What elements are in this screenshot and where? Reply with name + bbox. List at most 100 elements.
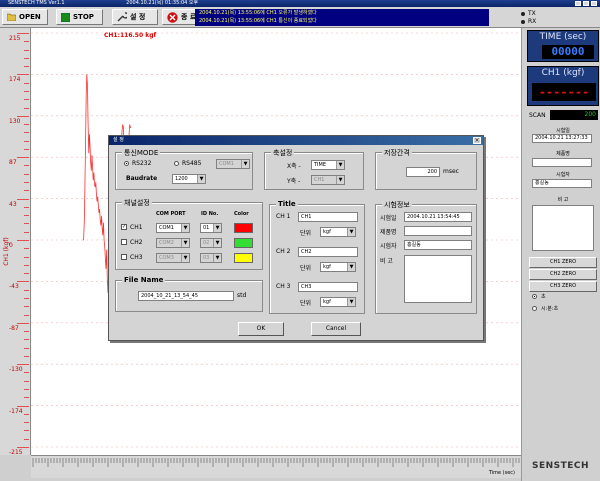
ch1-port-select[interactable]: COM1 ▼ xyxy=(156,223,190,233)
ch2-checkbox[interactable] xyxy=(121,239,127,245)
comm-mode-group: 통신MODE RS232 RS485 COM1 ▼ Baudrate 1200 ▼ xyxy=(115,148,253,190)
ch1-checkbox[interactable]: ✓ xyxy=(121,224,127,230)
ch1-zero-button[interactable]: CH1 ZERO xyxy=(529,257,597,268)
channel-group: 채널설정 COM PORT ID No. Color ✓ CH1 COM1 ▼ 0… xyxy=(115,198,263,270)
ch2-color-swatch[interactable] xyxy=(234,238,253,248)
x-axis-select[interactable]: TIME ▼ xyxy=(311,160,345,170)
info-tester-input[interactable]: 홍길동 xyxy=(404,240,472,250)
wrench-icon xyxy=(117,12,127,22)
ch1-color-swatch[interactable] xyxy=(234,223,253,233)
chevron-down-icon: ▼ xyxy=(347,228,355,236)
y-tick xyxy=(17,240,29,241)
info-date-input[interactable]: 2004.10.21 13:54:45 xyxy=(404,212,472,222)
ch1-id-select[interactable]: 01 ▼ xyxy=(200,223,222,233)
rs485-port-select[interactable]: COM1 ▼ xyxy=(216,159,250,169)
y-minor-tick xyxy=(24,49,29,51)
baudrate-label: Baudrate xyxy=(126,175,158,182)
cancel-button[interactable]: Cancel xyxy=(311,322,361,336)
ch2-title-input[interactable]: CH2 xyxy=(298,247,358,257)
y-minor-tick xyxy=(24,190,29,192)
ch3-unit-select[interactable]: kgf ▼ xyxy=(320,297,356,307)
ch1-unit-value: kgf xyxy=(323,229,331,235)
y-minor-tick xyxy=(24,413,29,415)
note-field[interactable] xyxy=(532,205,594,251)
y-minor-tick xyxy=(24,264,29,266)
y-tick-label: -215 xyxy=(9,449,23,456)
ch2-id-select[interactable]: 02 ▼ xyxy=(200,238,222,248)
baudrate-select[interactable]: 1200 ▼ xyxy=(172,174,206,184)
ch1-title-input[interactable]: CH1 xyxy=(298,212,358,222)
y-minor-tick xyxy=(24,132,29,134)
minimize-icon[interactable] xyxy=(575,1,581,6)
ch3-unit-label: 단위 xyxy=(300,300,312,307)
ch3-color-swatch[interactable] xyxy=(234,253,253,263)
test-date-field[interactable]: 2004.10.21 13:27:33 xyxy=(532,134,592,143)
seconds-radio[interactable] xyxy=(532,294,537,299)
product-field[interactable] xyxy=(532,158,592,167)
dialog-title: 설 정 xyxy=(113,137,124,143)
interval-input[interactable]: 200 xyxy=(406,167,440,177)
maximize-icon[interactable] xyxy=(583,1,589,6)
test-date-label: 시험일 xyxy=(556,128,570,134)
info-product-input[interactable] xyxy=(404,226,472,236)
y-minor-tick xyxy=(24,430,29,432)
ch2-unit-select[interactable]: kgf ▼ xyxy=(320,262,356,272)
dialog-title-bar: 설 정 × xyxy=(109,136,483,145)
x-axis-title: Time (sec) xyxy=(488,470,515,476)
chevron-down-icon: ▼ xyxy=(181,239,189,247)
y-tick-label: -87 xyxy=(9,324,19,332)
ch2-zero-button[interactable]: CH2 ZERO xyxy=(529,269,597,280)
baudrate-value: 1200 xyxy=(175,176,188,182)
col-id-header: ID No. xyxy=(201,211,219,217)
y-minor-tick xyxy=(24,372,29,374)
ch1-unit-select[interactable]: kgf ▼ xyxy=(320,227,356,237)
y-tick-label: -130 xyxy=(9,366,23,374)
dialog-close-icon[interactable]: × xyxy=(473,137,481,144)
y-tick-label: 215 xyxy=(9,35,21,42)
file-name-input[interactable]: 2004_10_21_13_54_45 xyxy=(138,291,234,301)
y-minor-tick xyxy=(24,355,29,357)
exit-icon xyxy=(167,11,178,23)
message-log: 2004.10.21(목) 13:55:06에 CH1 오류가 발생하였다 20… xyxy=(195,9,489,26)
y-minor-tick xyxy=(24,223,29,225)
y-minor-tick xyxy=(24,438,29,440)
y-axis-value: CH1 xyxy=(314,177,325,183)
x-axis-label: X축 - xyxy=(287,163,301,170)
y-minor-tick xyxy=(24,256,29,258)
time-display-title: TIME (sec) xyxy=(539,32,587,42)
tester-field[interactable]: 홍길동 xyxy=(532,179,592,188)
close-icon[interactable] xyxy=(591,1,597,6)
y-tick xyxy=(17,447,29,448)
settings-dialog: 설 정 × 통신MODE RS232 RS485 COM1 ▼ Baudrate … xyxy=(108,135,484,341)
ch3-id-select[interactable]: 03 ▼ xyxy=(200,253,222,263)
ch2-port-select[interactable]: COM2 ▼ xyxy=(156,238,190,248)
ch3-port-select[interactable]: COM3 ▼ xyxy=(156,253,190,263)
y-axis-select[interactable]: CH1 ▼ xyxy=(311,175,345,185)
tx-led-icon xyxy=(521,12,525,16)
ch3-zero-button[interactable]: CH3 ZERO xyxy=(529,281,597,292)
ch2-title-label: CH 2 xyxy=(276,248,291,255)
rs485-radio[interactable] xyxy=(174,161,179,166)
stop-button[interactable]: STOP xyxy=(56,9,103,25)
open-label: OPEN xyxy=(19,13,41,21)
test-info-title: 시험정보 xyxy=(382,200,412,210)
seconds-label: 초 xyxy=(541,294,546,300)
rs232-radio[interactable] xyxy=(124,161,129,166)
x-axis-value: TIME xyxy=(314,162,327,168)
rs485-label: RS485 xyxy=(182,160,202,167)
ch3-title-input[interactable]: CH3 xyxy=(298,282,358,292)
open-button[interactable]: OPEN xyxy=(2,9,48,25)
ch1-title-label: CH 1 xyxy=(276,213,291,220)
y-minor-tick xyxy=(24,173,29,175)
ch2-label: CH2 xyxy=(130,239,143,246)
hms-radio[interactable] xyxy=(532,306,537,311)
ch1-port-value: COM1 xyxy=(159,225,174,231)
product-label: 제품명 xyxy=(556,151,570,157)
y-minor-tick xyxy=(24,215,29,217)
y-minor-tick xyxy=(24,314,29,316)
ok-button[interactable]: OK xyxy=(238,322,284,336)
setup-button[interactable]: 설 정 xyxy=(112,9,158,25)
info-note-input[interactable] xyxy=(404,255,472,303)
ch3-checkbox[interactable] xyxy=(121,254,127,260)
comm-indicators: TX RX xyxy=(521,10,536,26)
